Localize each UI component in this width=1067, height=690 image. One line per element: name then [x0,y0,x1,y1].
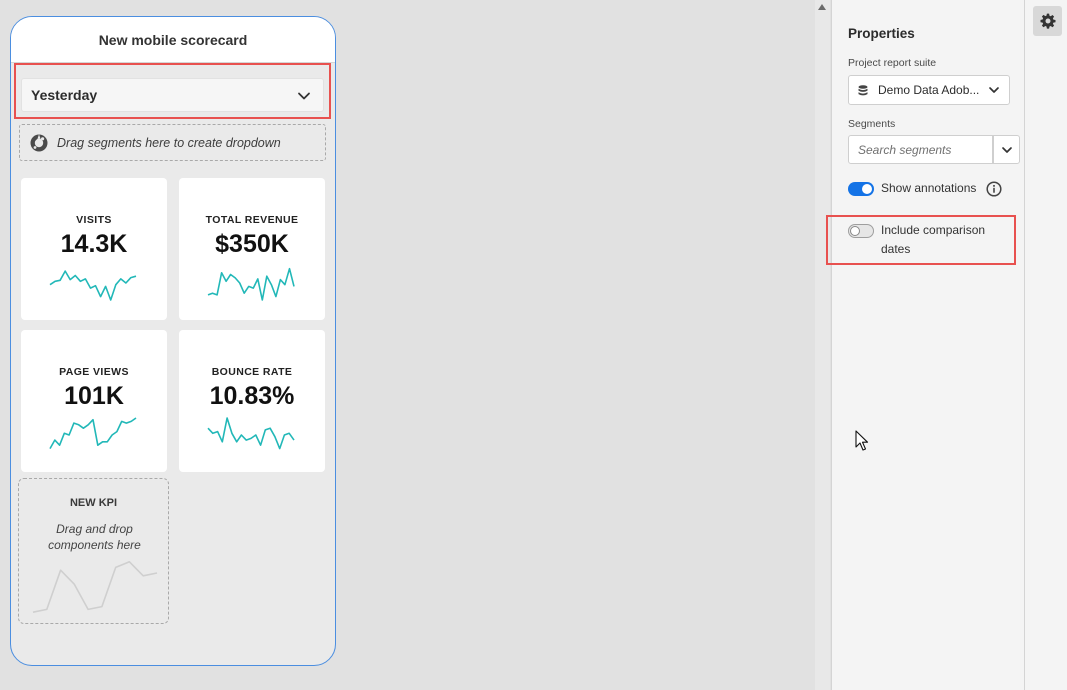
kpi-value: 101K [64,382,124,410]
properties-panel: Properties Project report suite Demo Dat… [831,0,1024,690]
settings-button[interactable] [1033,6,1062,36]
mobile-scorecard-preview: New mobile scorecard Yesterday Drag segm… [10,16,336,666]
highlight-box-comparison-toggle [826,215,1016,265]
scroll-up-arrow-icon[interactable] [818,4,826,10]
show-annotations-toggle[interactable] [848,182,874,196]
kpi-title: PAGE VIEWS [59,366,129,378]
report-suite-label: Project report suite [848,57,937,69]
kpi-tile-visits[interactable]: VISITS 14.3K [21,178,167,320]
kpi-title: TOTAL REVENUE [205,214,299,226]
new-kpi-hint: Drag and drop components here [48,522,141,552]
kpi-value: 10.83% [209,382,295,410]
new-kpi-title: NEW KPI [69,497,118,509]
chevron-down-icon [1002,147,1012,153]
report-suite-value: Demo Data Adob... [878,83,980,97]
kpi-tile-total-revenue[interactable]: TOTAL REVENUE $350K [179,178,325,320]
kpi-title: BOUNCE RATE [211,366,293,378]
segments-search-input[interactable] [848,135,993,164]
kpi-tile-bounce-rate[interactable]: BOUNCE RATE 10.83% [179,330,325,472]
kpi-tile-page-views[interactable]: PAGE VIEWS 101K [21,330,167,472]
show-annotations-label: Show annotations [881,181,977,195]
kpi-title: VISITS [76,214,112,226]
kpi-value: $350K [215,230,289,258]
kpi-value: 14.3K [60,230,128,258]
kpi-sparkline [49,270,137,301]
report-suite-picker[interactable]: Demo Data Adob... [848,75,1010,105]
segment-drop-zone[interactable]: Drag segments here to create dropdown [19,124,326,161]
toggle-knob [862,184,872,194]
highlight-box-date-dropdown [14,63,331,119]
segment-icon [30,134,48,151]
segments-dropdown-button[interactable] [993,135,1020,164]
properties-title: Properties [848,26,915,41]
segment-drop-hint: Drag segments here to create dropdown [57,135,281,150]
canvas-scrollbar[interactable] [815,0,830,690]
kpi-sparkline [49,417,137,449]
scorecard-title: New mobile scorecard [11,17,335,63]
kpi-sparkline [207,417,295,450]
new-kpi-drop-zone[interactable]: NEW KPI Drag and drop components here [18,478,169,624]
kpi-sparkline [207,267,295,301]
gear-icon [1040,13,1055,29]
placeholder-sparkline [32,561,158,613]
chevron-down-icon [989,87,999,93]
segments-label: Segments [848,118,896,130]
database-icon [858,84,868,95]
right-icon-rail [1024,0,1067,690]
info-icon[interactable] [986,181,1002,197]
mouse-cursor-icon [855,430,869,451]
